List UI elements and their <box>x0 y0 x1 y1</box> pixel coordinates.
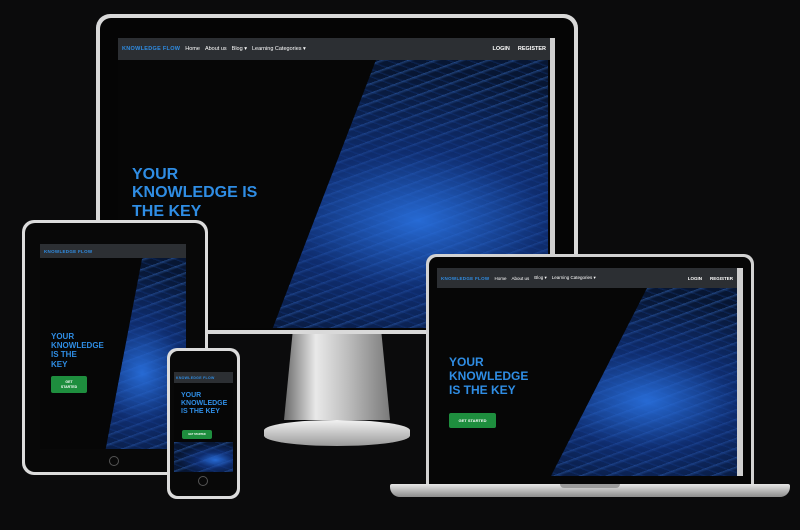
nav-home[interactable]: Home <box>494 276 506 281</box>
nav-learning-categories[interactable]: Learning Categories ▾ <box>552 275 596 281</box>
navbar: KNOWLEDGE FLOW Home About us Blog ▾ Lear… <box>437 268 737 288</box>
hero-heading: YOUR KNOWLEDGE IS THE KEY <box>51 332 104 369</box>
login-link[interactable]: LOGIN <box>492 46 509 52</box>
nav-blog[interactable]: Blog ▾ <box>534 275 547 281</box>
laptop-screen: KNOWLEDGE FLOW Home About us Blog ▾ Lear… <box>437 268 743 476</box>
navbar: KNOWLEDGE FLOW <box>40 244 186 258</box>
hero-heading: YOUR KNOWLEDGE IS THE KEY <box>132 166 258 220</box>
phone-screen: KNOWLEDGE FLOW YOUR KNOWLEDGE IS THE KEY… <box>174 372 233 472</box>
hero-background <box>174 442 233 472</box>
hero-heading: YOUR KNOWLEDGE IS THE KEY <box>449 355 529 397</box>
navbar: KNOWLEDGE FLOW <box>174 372 233 383</box>
phone-home-button[interactable] <box>198 476 208 486</box>
brand-logo[interactable]: KNOWLEDGE FLOW <box>44 249 92 254</box>
nav-blog[interactable]: Blog ▾ <box>232 46 247 52</box>
brand-logo[interactable]: KNOWLEDGE FLOW <box>122 46 180 52</box>
nav-learning-categories[interactable]: Learning Categories ▾ <box>252 46 306 52</box>
monitor-neck <box>284 334 390 420</box>
scrollbar[interactable] <box>737 268 743 476</box>
tablet-screen: KNOWLEDGE FLOW YOUR KNOWLEDGE IS THE KEY… <box>40 244 186 449</box>
nav-about[interactable]: About us <box>205 46 227 52</box>
navbar: KNOWLEDGE FLOW Home About us Blog ▾ Lear… <box>118 38 550 60</box>
get-started-button[interactable]: GET STARTED <box>449 413 496 428</box>
get-started-button[interactable]: GET STARTED <box>182 430 212 439</box>
hero-heading: YOUR KNOWLEDGE IS THE KEY <box>181 392 228 416</box>
laptop-notch <box>560 484 620 488</box>
monitor-base <box>264 420 410 446</box>
get-started-button[interactable]: GET STARTED <box>51 376 87 393</box>
register-link[interactable]: REGISTER <box>710 276 733 281</box>
brand-logo[interactable]: KNOWLEDGE FLOW <box>176 376 215 380</box>
login-link[interactable]: LOGIN <box>688 276 702 281</box>
register-link[interactable]: REGISTER <box>518 46 546 52</box>
brand-logo[interactable]: KNOWLEDGE FLOW <box>441 276 489 281</box>
nav-home[interactable]: Home <box>185 46 200 52</box>
nav-about[interactable]: About us <box>511 276 529 281</box>
tablet-home-button[interactable] <box>109 456 119 466</box>
